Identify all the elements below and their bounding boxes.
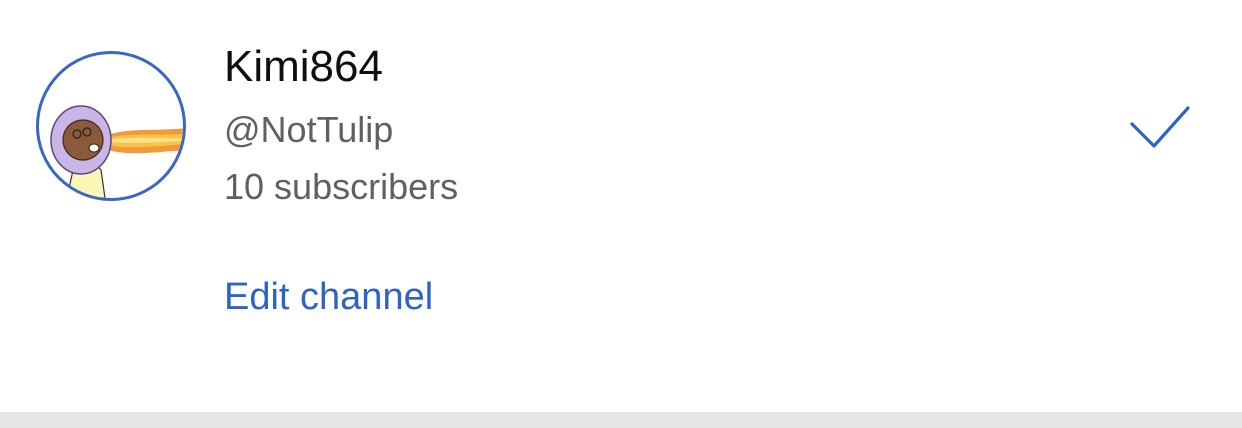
account-row[interactable]: Kimi864 @NotTulip 10 subscribers Edit ch… bbox=[0, 0, 1242, 412]
edit-channel-link[interactable]: Edit channel bbox=[224, 272, 433, 322]
check-icon bbox=[1130, 106, 1190, 148]
avatar[interactable] bbox=[36, 51, 186, 201]
avatar-image bbox=[50, 105, 183, 198]
channel-handle: @NotTulip bbox=[224, 109, 394, 150]
section-divider bbox=[0, 412, 1242, 428]
channel-name: Kimi864 bbox=[224, 42, 383, 91]
subscriber-count: 10 subscribers bbox=[224, 166, 459, 207]
